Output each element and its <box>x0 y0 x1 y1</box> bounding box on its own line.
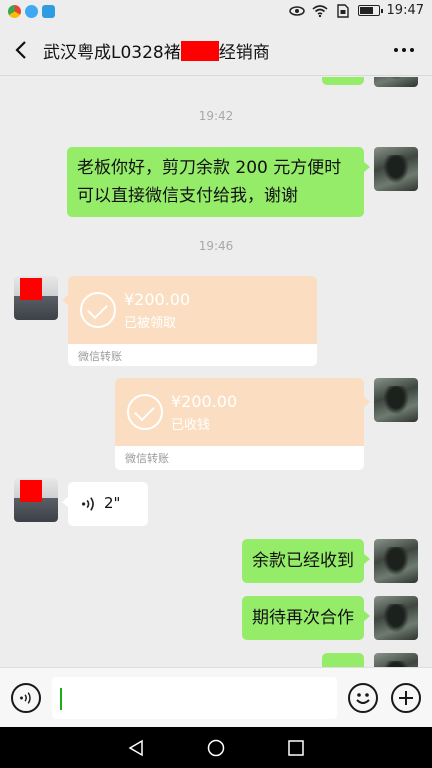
voice-message-bubble[interactable]: 2" <box>62 482 148 526</box>
qq-browser-icon <box>25 5 38 18</box>
transfer-label: 微信转账 <box>125 452 169 465</box>
input-bar <box>0 667 432 727</box>
message-bubble-sent[interactable]: 期待再次合作 <box>242 596 370 640</box>
voice-icon <box>20 692 31 704</box>
transfer-status: 已收钱 <box>171 418 211 433</box>
voice-duration: 2" <box>104 494 121 512</box>
checkmark-icon <box>127 394 163 430</box>
transfer-label: 微信转账 <box>78 350 122 363</box>
message-text: 期待再次合作 <box>252 608 354 628</box>
my-avatar[interactable] <box>374 147 418 191</box>
message-bubble-sent[interactable]: 老板你好，剪刀余款 200 元方便时 可以直接微信支付给我，谢谢 <box>67 147 370 217</box>
status-time: 19:47 <box>386 3 424 18</box>
my-avatar[interactable] <box>374 77 418 87</box>
timestamp: 19:42 <box>198 109 234 123</box>
more-options-icon[interactable] <box>394 48 414 52</box>
chat-messages[interactable]: 19:42 老板你好，剪刀余款 200 元方便时 可以直接微信支付给我，谢谢 1… <box>0 77 432 667</box>
plus-icon <box>399 691 413 705</box>
message-text-line: 可以直接微信支付给我，谢谢 <box>77 186 298 206</box>
contact-avatar[interactable] <box>14 478 58 522</box>
redaction-box <box>180 41 219 61</box>
emoji-button[interactable] <box>348 683 378 713</box>
chat-header: 武汉粤成L0328褚 经销商 <box>0 24 432 76</box>
security-icon <box>42 5 55 18</box>
sim-icon <box>336 3 349 18</box>
voice-wave-icon <box>81 497 94 511</box>
chat-title-suffix: 经销商 <box>218 43 270 63</box>
chat-title-prefix: 武汉粤成L0328褚 <box>43 43 181 63</box>
system-nav-bar <box>0 727 432 768</box>
battery-icon <box>357 5 383 16</box>
chat-title: 武汉粤成L0328褚 经销商 <box>43 38 270 63</box>
back-arrow-icon[interactable] <box>10 38 34 62</box>
checkmark-icon <box>80 292 116 328</box>
redaction-box <box>20 278 42 300</box>
my-avatar[interactable] <box>374 653 418 667</box>
more-functions-button[interactable] <box>391 683 421 713</box>
text-caret <box>60 688 62 710</box>
transfer-amount: ¥200.00 <box>171 392 238 411</box>
transfer-amount: ¥200.00 <box>124 290 191 309</box>
timestamp: 19:46 <box>198 239 234 253</box>
nav-recents-icon[interactable] <box>287 739 305 757</box>
notification-icons <box>8 5 55 18</box>
redaction-box <box>20 480 42 502</box>
emoji-icon <box>356 693 370 704</box>
status-bar: 19:47 <box>0 0 432 24</box>
eye-icon <box>288 5 305 16</box>
message-bubble-partial[interactable] <box>322 653 364 667</box>
message-input[interactable] <box>52 677 337 719</box>
transfer-status: 已被领取 <box>124 316 177 331</box>
message-bubble-partial[interactable] <box>322 77 364 85</box>
nav-home-icon[interactable] <box>207 739 225 757</box>
wifi-icon <box>312 4 328 17</box>
message-bubble-sent[interactable]: 余款已经收到 <box>242 539 370 583</box>
transfer-card-sent[interactable]: ¥200.00 已收钱 微信转账 <box>115 378 370 470</box>
my-avatar[interactable] <box>374 539 418 583</box>
voice-input-button[interactable] <box>11 683 41 713</box>
contact-avatar[interactable] <box>14 276 58 320</box>
my-avatar[interactable] <box>374 596 418 640</box>
nav-back-icon[interactable] <box>127 739 145 757</box>
chrome-icon <box>8 5 21 18</box>
message-text-line: 老板你好，剪刀余款 200 元方便时 <box>77 158 342 178</box>
message-text: 余款已经收到 <box>252 551 354 571</box>
transfer-card-received[interactable]: ¥200.00 已被领取 微信转账 <box>62 276 317 366</box>
my-avatar[interactable] <box>374 378 418 422</box>
